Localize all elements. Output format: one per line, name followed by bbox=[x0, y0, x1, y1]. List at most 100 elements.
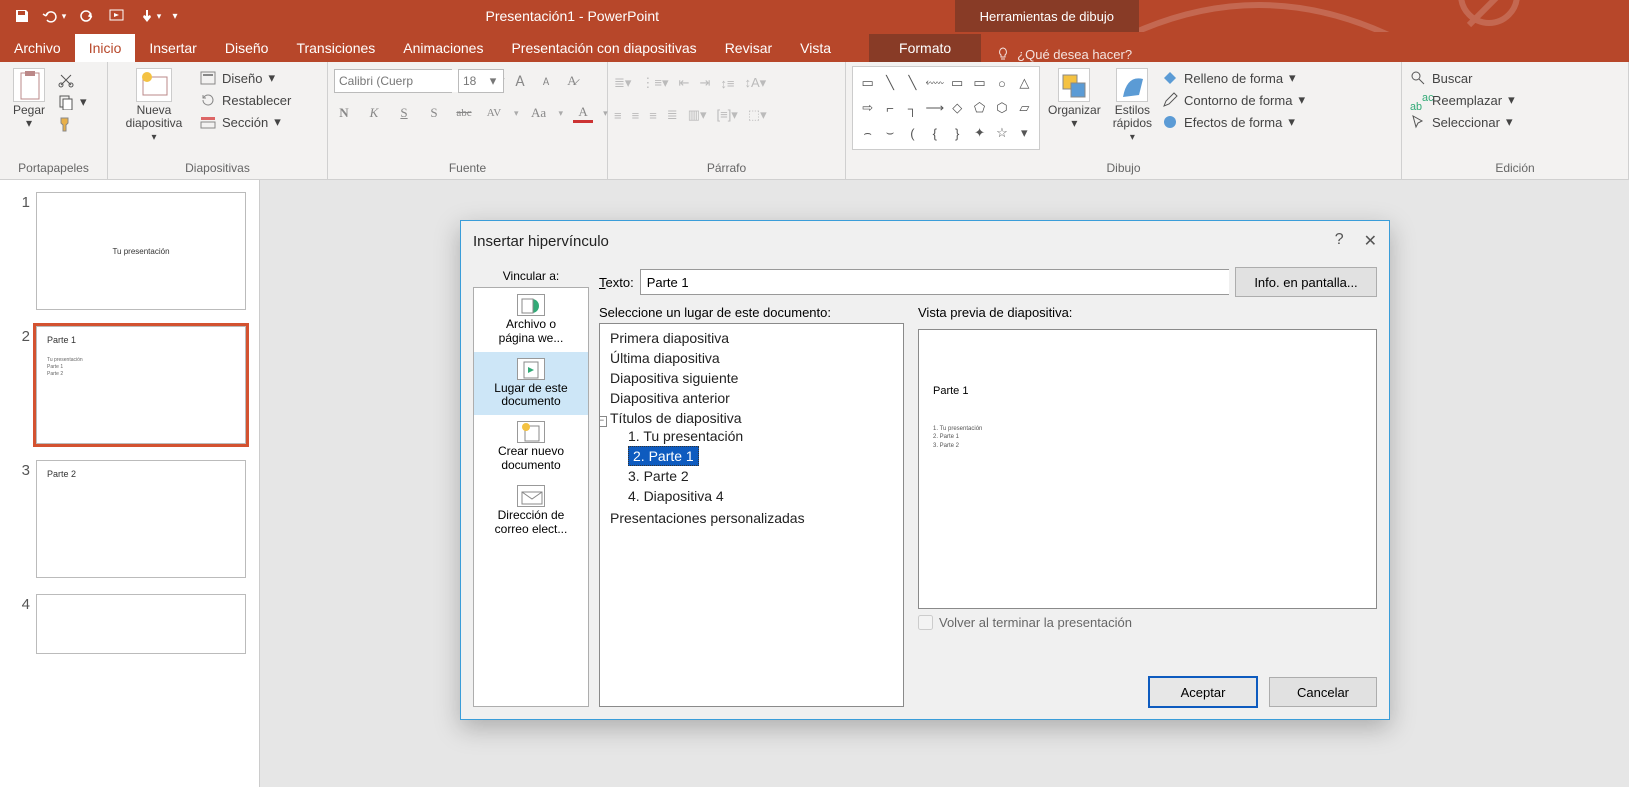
linkto-place-in-document[interactable]: Lugar de estedocumento bbox=[474, 352, 588, 416]
italic-button[interactable]: K bbox=[364, 103, 384, 123]
slide-thumbnail-pane[interactable]: 1 Tu presentación 2 Parte 1 Tu presentac… bbox=[0, 180, 260, 787]
touch-mouse-icon[interactable]: ▾ bbox=[136, 2, 164, 30]
tree-item-selected[interactable]: 2. Parte 1 bbox=[626, 446, 899, 466]
tab-file[interactable]: Archivo bbox=[0, 34, 75, 62]
new-doc-icon bbox=[517, 421, 545, 443]
thumb-number: 4 bbox=[12, 594, 30, 613]
arrange-button[interactable]: Organizar▾ bbox=[1044, 66, 1105, 132]
file-web-icon bbox=[517, 294, 545, 316]
format-painter-button[interactable] bbox=[56, 114, 89, 134]
shape-fill-button[interactable]: Relleno de forma ▾ bbox=[1160, 68, 1307, 88]
tab-slideshow[interactable]: Presentación con diapositivas bbox=[497, 34, 710, 62]
shrink-font-icon[interactable]: A bbox=[536, 71, 556, 91]
qat-customize-icon[interactable]: ▾ bbox=[168, 2, 182, 30]
indent-icon[interactable]: ⇥ bbox=[699, 75, 710, 91]
tab-design[interactable]: Diseño bbox=[211, 34, 283, 62]
font-size-combo[interactable]: ▾ bbox=[458, 69, 504, 93]
thumbnail-row[interactable]: 4 bbox=[4, 590, 255, 666]
undo-icon[interactable]: ▾ bbox=[40, 2, 68, 30]
thumbnail-row[interactable]: 3 Parte 2 bbox=[4, 456, 255, 590]
ok-button[interactable]: Aceptar bbox=[1149, 677, 1257, 707]
bold-button[interactable]: N bbox=[334, 103, 354, 123]
columns-icon[interactable]: ▥▾ bbox=[688, 107, 707, 123]
tree-item[interactable]: Presentaciones personalizadas bbox=[608, 508, 901, 528]
slide-thumbnail[interactable] bbox=[36, 594, 246, 654]
justify-icon[interactable]: ≣ bbox=[667, 107, 678, 123]
shape-outline-button[interactable]: Contorno de forma ▾ bbox=[1160, 90, 1307, 110]
shape-effects-button[interactable]: Efectos de forma ▾ bbox=[1160, 112, 1307, 132]
paste-button[interactable]: Pegar▾ bbox=[6, 66, 52, 132]
save-icon[interactable] bbox=[8, 2, 36, 30]
thumbnail-row[interactable]: 1 Tu presentación bbox=[4, 188, 255, 322]
numbering-icon[interactable]: ⋮≡▾ bbox=[641, 75, 668, 91]
display-text-input[interactable] bbox=[640, 269, 1229, 295]
tab-transitions[interactable]: Transiciones bbox=[282, 34, 389, 62]
tree-item[interactable]: Diapositiva siguiente bbox=[608, 368, 901, 388]
quick-styles-button[interactable]: Estilos rápidos▾ bbox=[1109, 66, 1156, 145]
tree-item[interactable]: 3. Parte 2 bbox=[626, 466, 899, 486]
underline-button[interactable]: S bbox=[394, 103, 414, 123]
tree-item[interactable]: 1. Tu presentación bbox=[626, 426, 899, 446]
shadow-button[interactable]: S bbox=[424, 103, 444, 123]
tree-item[interactable]: Diapositiva anterior bbox=[608, 388, 901, 408]
font-name-combo[interactable]: ▾ bbox=[334, 69, 452, 93]
linkto-email[interactable]: Dirección decorreo elect... bbox=[474, 479, 588, 543]
tree-item[interactable]: Última diapositiva bbox=[608, 348, 901, 368]
cancel-button[interactable]: Cancelar bbox=[1269, 677, 1377, 707]
tab-insert[interactable]: Insertar bbox=[135, 34, 210, 62]
clear-format-icon[interactable]: A̷ bbox=[562, 71, 582, 91]
align-text-icon[interactable]: [≡]▾ bbox=[717, 107, 738, 123]
reset-button[interactable]: Restablecer bbox=[198, 90, 293, 110]
group-label: Dibujo bbox=[852, 159, 1395, 177]
align-right-icon[interactable]: ≡ bbox=[649, 108, 657, 123]
redo-icon[interactable] bbox=[72, 2, 100, 30]
screentip-button[interactable]: Info. en pantalla... bbox=[1235, 267, 1377, 297]
tab-animations[interactable]: Animaciones bbox=[389, 34, 497, 62]
shape-gallery[interactable]: ▭╲╲⬳▭▭○△ ⇨⌐┐⟶◇⬠⬡▱ ⌢⌣({}✦☆▾ bbox=[852, 66, 1040, 150]
scissors-icon bbox=[58, 72, 74, 88]
text-direction-icon[interactable]: ↕A▾ bbox=[744, 75, 766, 91]
copy-button[interactable]: ▾ bbox=[56, 92, 89, 112]
close-icon[interactable]: ✕ bbox=[1364, 231, 1377, 251]
align-center-icon[interactable]: ≡ bbox=[632, 108, 640, 123]
slide-thumbnail[interactable]: Parte 2 bbox=[36, 460, 246, 578]
line-spacing-icon[interactable]: ↕≡ bbox=[720, 76, 734, 91]
strike-button[interactable]: abc bbox=[454, 103, 474, 123]
tab-home[interactable]: Inicio bbox=[75, 34, 136, 62]
replace-button[interactable]: abacReemplazar ▾ bbox=[1408, 90, 1517, 110]
tree-item[interactable]: Primera diapositiva bbox=[608, 328, 901, 348]
tab-review[interactable]: Revisar bbox=[711, 34, 786, 62]
document-location-tree[interactable]: Primera diapositiva Última diapositiva D… bbox=[599, 323, 904, 707]
find-button[interactable]: Buscar bbox=[1408, 68, 1517, 88]
smartart-icon[interactable]: ⬚▾ bbox=[748, 107, 767, 123]
group-label: Portapapeles bbox=[6, 159, 101, 177]
slide-thumbnail[interactable]: Tu presentación bbox=[36, 192, 246, 310]
bullets-icon[interactable]: ≣▾ bbox=[614, 75, 631, 91]
font-color-button[interactable]: A bbox=[573, 103, 593, 123]
help-icon[interactable]: ? bbox=[1335, 231, 1344, 251]
return-checkbox[interactable] bbox=[918, 615, 933, 630]
tree-item[interactable]: 4. Diapositiva 4 bbox=[626, 486, 899, 506]
thumbnail-row[interactable]: 2 Parte 1 Tu presentación Parte 1 Parte … bbox=[4, 322, 255, 456]
outdent-icon[interactable]: ⇤ bbox=[679, 75, 690, 91]
tell-me-search[interactable]: ¿Qué desea hacer? bbox=[981, 46, 1146, 62]
slide-thumbnail[interactable]: Parte 1 Tu presentación Parte 1 Parte 2 bbox=[36, 326, 246, 444]
layout-icon bbox=[200, 70, 216, 86]
select-button[interactable]: Seleccionar ▾ bbox=[1408, 112, 1517, 132]
linkto-file-webpage[interactable]: Archivo opágina we... bbox=[474, 288, 588, 352]
return-checkbox-label: Volver al terminar la presentación bbox=[939, 615, 1132, 630]
cut-button[interactable] bbox=[56, 70, 89, 90]
tab-view[interactable]: Vista bbox=[786, 34, 845, 62]
tab-format[interactable]: Formato bbox=[869, 34, 981, 62]
align-left-icon[interactable]: ≡ bbox=[614, 108, 622, 123]
grow-font-icon[interactable]: A bbox=[510, 71, 530, 91]
layout-button[interactable]: Diseño ▾ bbox=[198, 68, 293, 88]
linkto-new-document[interactable]: Crear nuevodocumento bbox=[474, 415, 588, 479]
case-button[interactable]: Aa bbox=[529, 103, 549, 123]
tree-branch-titles[interactable]: Títulos de diapositiva 1. Tu presentació… bbox=[608, 408, 901, 508]
spacing-button[interactable]: AV bbox=[484, 103, 504, 123]
return-checkbox-row[interactable]: Volver al terminar la presentación bbox=[918, 615, 1377, 630]
start-from-beginning-icon[interactable] bbox=[104, 2, 132, 30]
section-button[interactable]: Sección ▾ bbox=[198, 112, 293, 132]
new-slide-button[interactable]: Nueva diapositiva▾ bbox=[114, 66, 194, 145]
